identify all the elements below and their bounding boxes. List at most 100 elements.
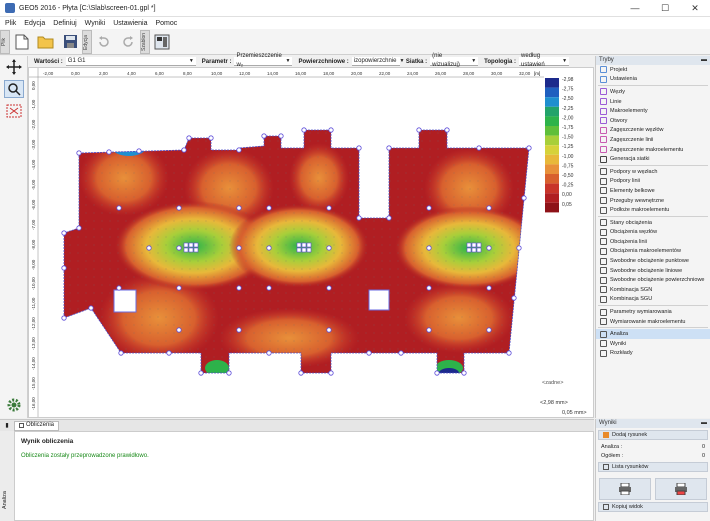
node-marker[interactable] <box>236 285 242 291</box>
slab-contour-plot[interactable]: -2,00 0,00 2,00 4,00 6,00 8,00 10,00 12,00 14,00… <box>29 68 593 417</box>
node-marker[interactable] <box>88 305 94 311</box>
menu-plik[interactable]: Plik <box>5 20 16 27</box>
collapse-icon[interactable]: ▬ <box>701 56 707 65</box>
mode-item[interactable]: Swobodne obciążenie punktowe <box>596 256 710 266</box>
surface-select[interactable]: izopowierzchnie ▼ <box>351 57 404 66</box>
column-marker[interactable] <box>306 242 312 248</box>
toolbar-tab-szablon[interactable]: Szablon <box>140 29 150 54</box>
node-marker[interactable] <box>476 145 482 151</box>
column-marker[interactable] <box>471 242 477 248</box>
mode-item[interactable]: Makroelementy <box>596 106 710 116</box>
node-marker[interactable] <box>176 327 182 333</box>
zoom-window-button[interactable] <box>4 102 24 120</box>
column-marker[interactable] <box>301 247 307 253</box>
save-button[interactable] <box>60 32 80 52</box>
menu-edycja[interactable]: Edycja <box>24 20 45 27</box>
mode-item[interactable]: Analiza <box>596 329 710 340</box>
column-marker[interactable] <box>466 247 472 253</box>
node-marker[interactable] <box>328 370 334 376</box>
mode-item[interactable]: Elementy belkowe <box>596 186 710 196</box>
node-marker[interactable] <box>208 135 214 141</box>
node-marker[interactable] <box>434 370 440 376</box>
mode-item[interactable]: Swobodne obciążenie liniowe <box>596 266 710 276</box>
settings-button[interactable] <box>4 396 24 414</box>
redo-button[interactable] <box>118 32 138 52</box>
node-marker[interactable] <box>266 350 272 356</box>
node-marker[interactable] <box>236 205 242 211</box>
mode-item[interactable]: Stany obciążenia <box>596 218 710 228</box>
mode-item[interactable]: Obciążenia linii <box>596 237 710 247</box>
mode-item[interactable]: Obciążenia makroelementów <box>596 247 710 257</box>
node-marker[interactable] <box>356 215 362 221</box>
drawing-canvas[interactable]: -2,00 0,00 2,00 4,00 6,00 8,00 10,00 12,00 14,00… <box>28 67 594 418</box>
column-marker[interactable] <box>466 242 472 248</box>
node-marker[interactable] <box>298 370 304 376</box>
menu-definiuj[interactable]: Definiuj <box>53 20 76 27</box>
column-marker[interactable] <box>296 242 302 248</box>
node-marker[interactable] <box>326 205 332 211</box>
column-marker[interactable] <box>188 247 194 253</box>
node-marker[interactable] <box>426 245 432 251</box>
node-marker[interactable] <box>326 285 332 291</box>
collapse-icon[interactable]: ▬ <box>701 419 707 428</box>
menu-ustawienia[interactable]: Ustawienia <box>113 20 147 27</box>
node-marker[interactable] <box>166 350 172 356</box>
node-marker[interactable] <box>116 205 122 211</box>
drawing-list-button[interactable]: Lista rysunków <box>598 462 708 472</box>
output-tab-obliczenia[interactable]: Obliczenia <box>14 420 60 431</box>
node-marker[interactable] <box>521 195 527 201</box>
node-marker[interactable] <box>326 245 332 251</box>
column-marker[interactable] <box>188 242 194 248</box>
values-select[interactable]: G1 G1 ▼ <box>65 57 196 66</box>
node-marker[interactable] <box>266 205 272 211</box>
node-marker[interactable] <box>61 265 67 271</box>
column-marker[interactable] <box>193 247 199 253</box>
node-marker[interactable] <box>426 327 432 333</box>
node-marker[interactable] <box>526 145 532 151</box>
column-marker[interactable] <box>301 242 307 248</box>
mode-item[interactable]: Linie <box>596 97 710 107</box>
print-export-button[interactable] <box>655 478 707 500</box>
node-marker[interactable] <box>261 133 267 139</box>
column-marker[interactable] <box>476 247 482 253</box>
node-marker[interactable] <box>426 285 432 291</box>
node-marker[interactable] <box>461 370 467 376</box>
mode-item[interactable]: Zagęszczenie węzłów <box>596 126 710 136</box>
node-marker[interactable] <box>106 149 112 155</box>
node-marker[interactable] <box>76 225 82 231</box>
mode-item[interactable]: Projekt <box>596 65 710 75</box>
node-marker[interactable] <box>118 350 124 356</box>
mode-item[interactable]: Węzły <box>596 87 710 97</box>
node-marker[interactable] <box>301 127 307 133</box>
mode-item[interactable]: Kombinacja SGN <box>596 285 710 295</box>
column-marker[interactable] <box>193 242 199 248</box>
node-marker[interactable] <box>176 245 182 251</box>
column-marker[interactable] <box>183 247 189 253</box>
node-marker[interactable] <box>416 127 422 133</box>
node-marker[interactable] <box>236 327 242 333</box>
node-marker[interactable] <box>266 285 272 291</box>
minimize-button[interactable]: — <box>620 0 650 17</box>
node-marker[interactable] <box>398 350 404 356</box>
maximize-button[interactable]: ☐ <box>650 0 680 17</box>
node-marker[interactable] <box>506 350 512 356</box>
legend-dropdown[interactable]: <zadne> <box>542 380 563 386</box>
menu-wyniki[interactable]: Wyniki <box>85 20 106 27</box>
node-marker[interactable] <box>236 147 242 153</box>
node-marker[interactable] <box>444 127 450 133</box>
node-marker[interactable] <box>226 370 232 376</box>
mode-item[interactable]: Zagęszczenie linii <box>596 135 710 145</box>
pin-icon[interactable]: ▮ <box>0 422 14 429</box>
node-marker[interactable] <box>326 327 332 333</box>
node-marker[interactable] <box>366 350 372 356</box>
node-marker[interactable] <box>236 245 242 251</box>
node-marker[interactable] <box>186 135 192 141</box>
node-marker[interactable] <box>266 245 272 251</box>
node-marker[interactable] <box>486 245 492 251</box>
node-marker[interactable] <box>136 148 142 154</box>
open-file-button[interactable] <box>36 32 56 52</box>
close-button[interactable]: ✕ <box>680 0 710 17</box>
node-marker[interactable] <box>116 285 122 291</box>
mode-item[interactable]: Podpory w węzłach <box>596 167 710 177</box>
template-button[interactable] <box>152 32 172 52</box>
